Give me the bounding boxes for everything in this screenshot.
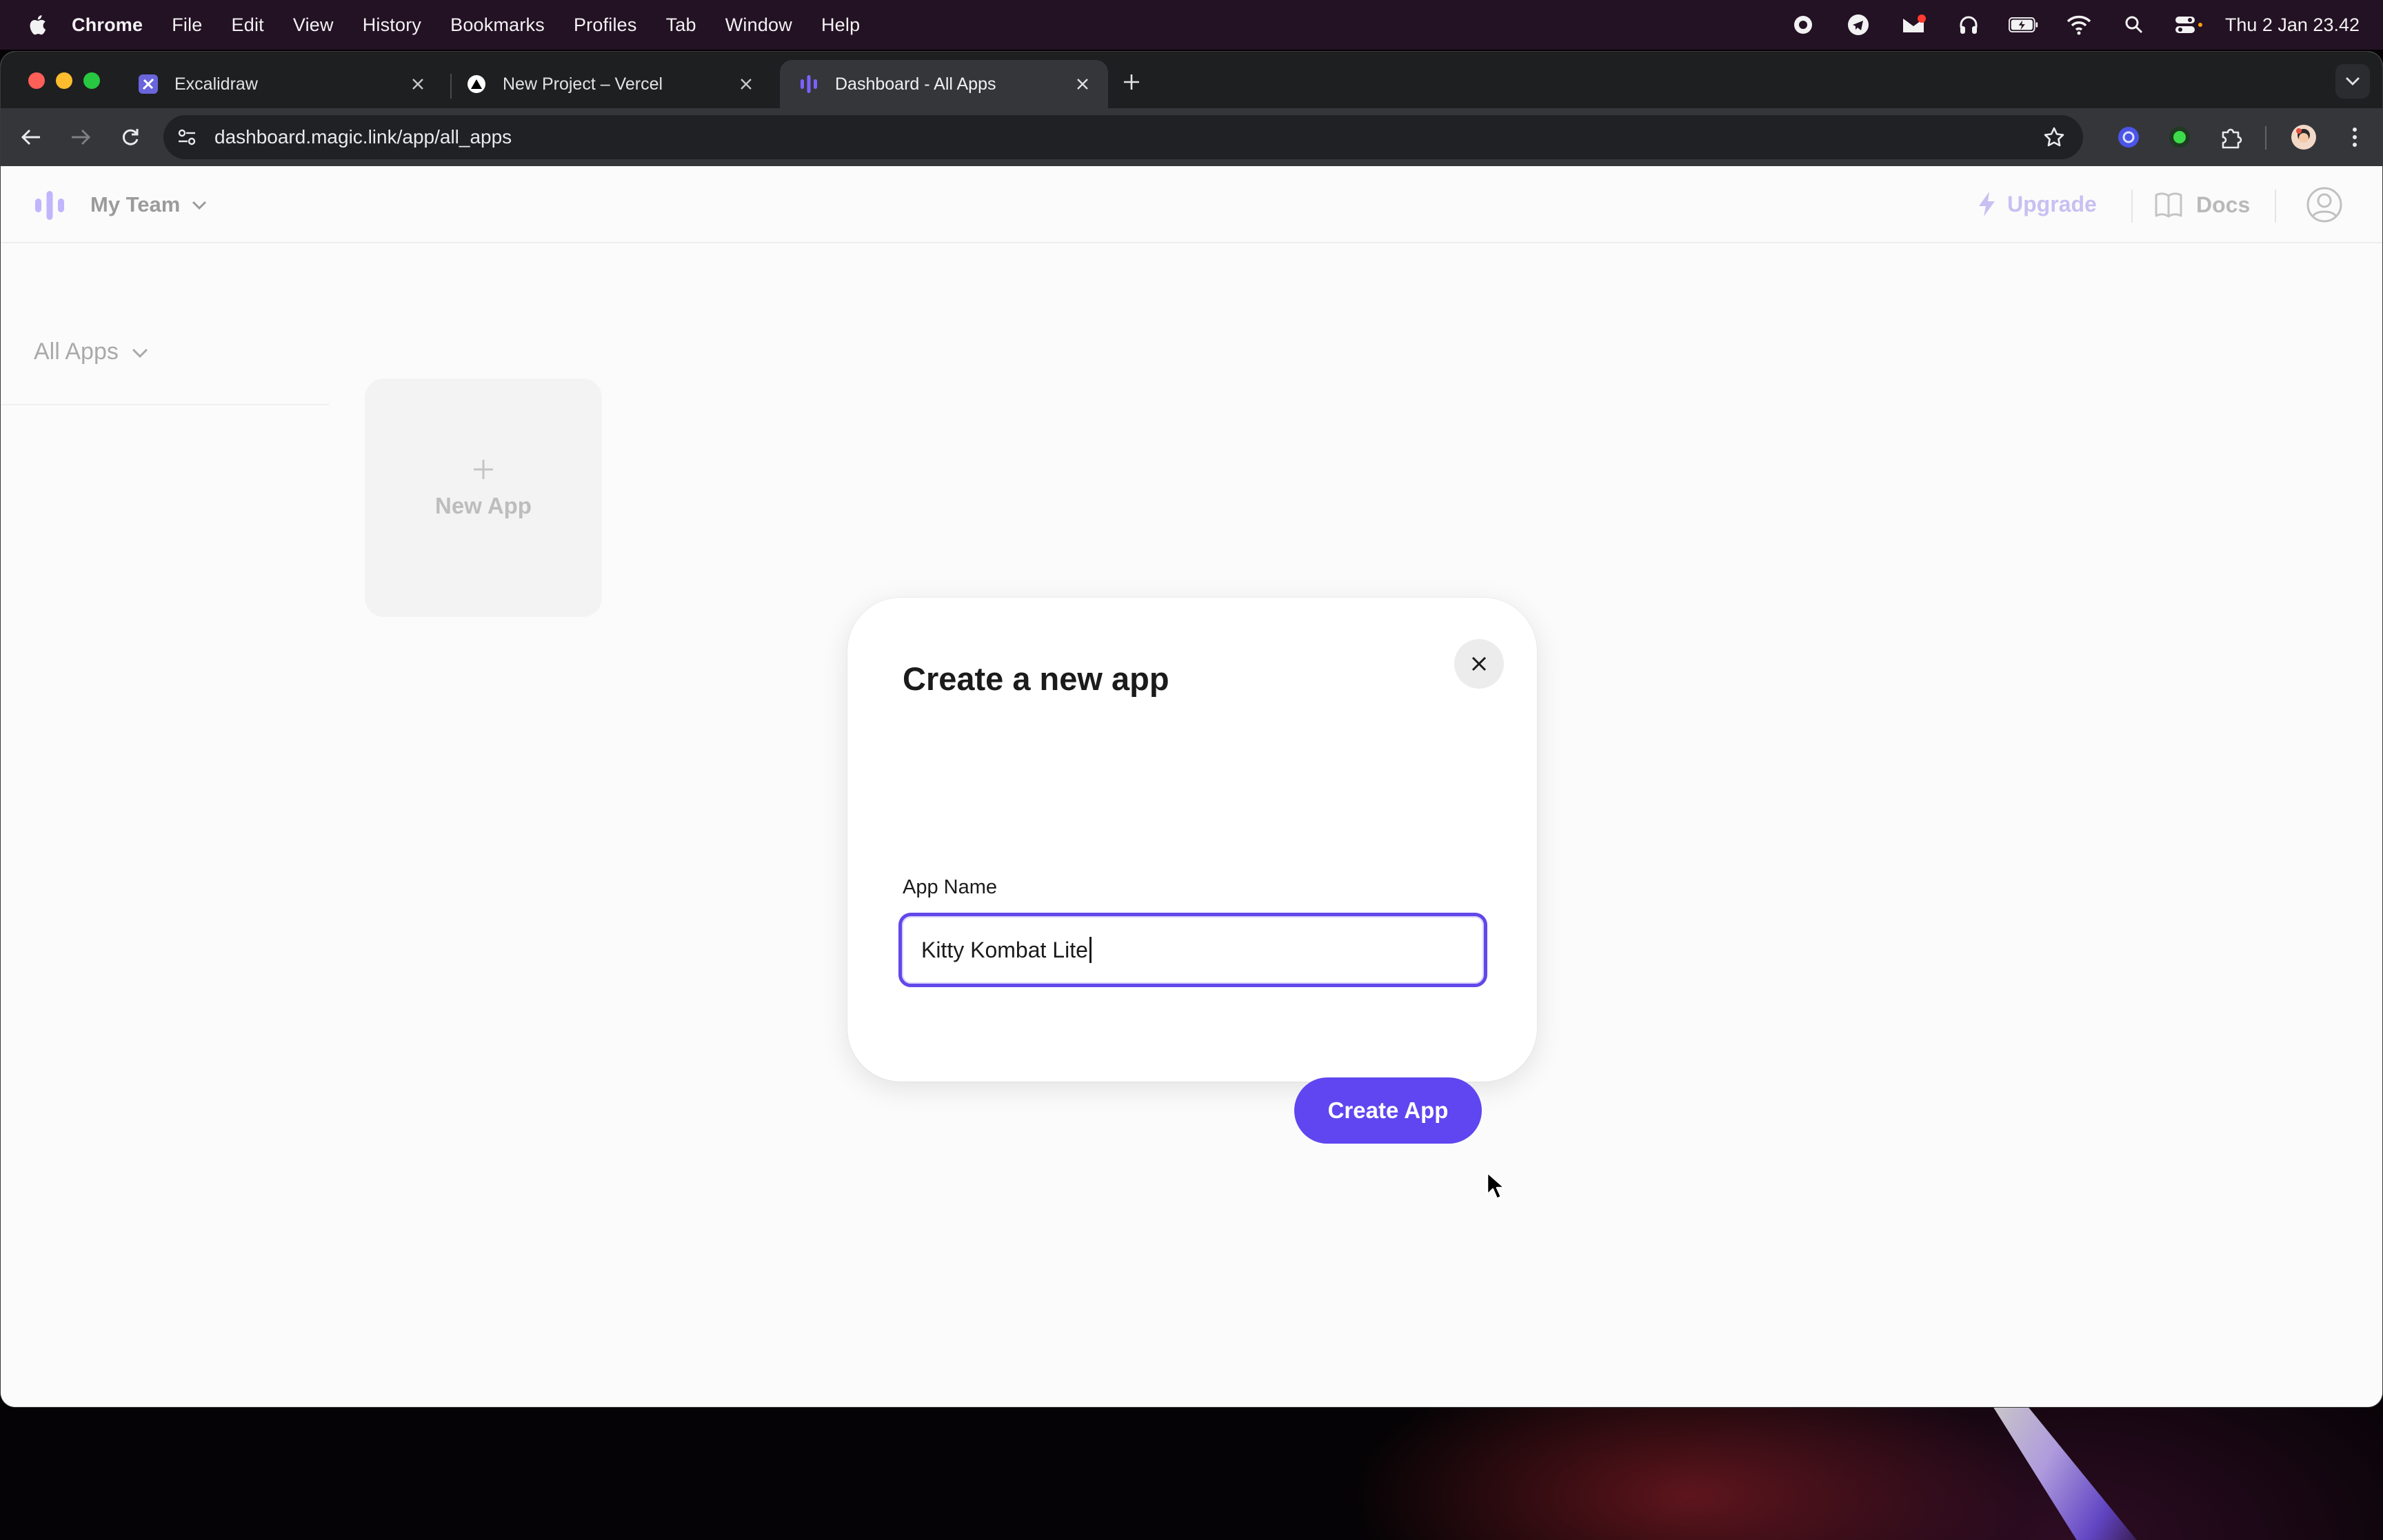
modal-close-button[interactable] [1454,639,1504,689]
header-separator [2131,190,2133,223]
new-tab-button[interactable] [1119,70,1144,94]
profile-avatar[interactable] [2289,122,2319,152]
header-separator [2275,190,2276,223]
macos-menu-bar: Chrome File Edit View History Bookmarks … [0,0,2383,50]
tab-close-icon[interactable] [736,74,756,94]
tab-strip: Excalidraw New Project – Vercel Dashboar… [1,52,2382,108]
spotlight-icon[interactable] [2119,11,2149,39]
user-avatar-icon[interactable] [2306,187,2342,223]
app-name-value: Kitty Kombat Lite [921,937,1088,962]
text-caret [1089,937,1092,963]
wallpaper-violet-streak [1993,1406,2151,1540]
headphones-icon[interactable] [1953,11,1984,39]
extension-green-icon[interactable] [2164,122,2195,152]
wifi-icon[interactable] [2064,11,2094,39]
site-info-icon[interactable] [173,123,201,151]
all-apps-label: All Apps [34,338,119,365]
menu-tab[interactable]: Tab [666,14,696,36]
excalidraw-icon [137,73,159,95]
menu-window[interactable]: Window [725,14,792,36]
app-name-label: App Name [903,876,998,898]
control-center-icon[interactable] [2174,11,2204,39]
app-header: My Team Upgrade Docs [1,166,2382,243]
docs-label: Docs [2196,192,2251,217]
tab-close-icon[interactable] [408,74,428,94]
window-zoom-button[interactable] [83,72,100,89]
tab-vercel[interactable]: New Project – Vercel [448,60,772,108]
mouse-pointer-icon [1486,1171,1505,1200]
back-button[interactable] [16,122,46,152]
tab-close-icon[interactable] [1072,74,1093,94]
menu-history[interactable]: History [363,14,421,36]
create-app-button[interactable]: Create App [1294,1077,1482,1144]
app-name-input[interactable]: Kitty Kombat Lite [898,913,1487,987]
vercel-icon [465,73,487,95]
record-icon[interactable] [1788,11,1818,39]
docs-link[interactable]: Docs [2153,191,2250,219]
gmail-icon[interactable] [1898,11,1929,39]
team-switcher[interactable]: My Team [90,192,209,217]
browser-toolbar: dashboard.magic.link/app/all_apps [1,108,2382,166]
team-name: My Team [90,192,181,216]
reload-button[interactable] [115,122,145,152]
battery-icon[interactable] [2008,11,2039,39]
apple-icon[interactable] [26,13,47,37]
menu-file[interactable]: File [172,14,202,36]
address-bar[interactable]: dashboard.magic.link/app/all_apps [163,115,2083,159]
plus-icon [474,460,493,479]
close-icon [1471,656,1487,671]
book-icon [2155,192,2182,218]
menu-profiles[interactable]: Profiles [574,14,637,36]
tab-search-button[interactable] [2335,64,2370,99]
tab-title: Dashboard - All Apps [835,74,996,94]
chevron-down-icon [192,201,207,210]
new-app-card[interactable]: New App [365,378,602,617]
all-apps-filter[interactable]: All Apps [34,338,150,365]
extensions-puzzle-icon[interactable] [2215,122,2246,152]
menu-edit[interactable]: Edit [232,14,264,36]
upgrade-label: Upgrade [2007,191,2097,216]
menu-view[interactable]: View [293,14,334,36]
tab-excalidraw[interactable]: Excalidraw [119,60,443,108]
lightning-icon [1979,192,1995,216]
upgrade-button[interactable]: Upgrade [1977,191,2097,217]
bookmark-star-icon[interactable] [2040,123,2068,151]
browser-window: Excalidraw New Project – Vercel Dashboar… [0,51,2383,1408]
window-minimize-button[interactable] [56,72,72,89]
tab-title: New Project – Vercel [503,74,663,94]
dashboard-page: My Team Upgrade Docs All Apps New App Cr… [1,166,2382,1407]
magic-logo-icon[interactable] [34,190,66,221]
menu-help[interactable]: Help [821,14,860,36]
menu-bookmarks[interactable]: Bookmarks [450,14,545,36]
window-close-button[interactable] [28,72,45,89]
browser-menu-icon[interactable] [2340,122,2370,152]
telegram-icon[interactable] [1843,11,1873,39]
sidebar-divider [1,404,329,405]
new-app-label: New App [435,493,532,518]
tab-title: Excalidraw [174,74,258,94]
menubar-clock[interactable]: Thu 2 Jan 23.42 [2225,14,2360,36]
magic-icon [798,73,820,95]
tab-dashboard-all-apps[interactable]: Dashboard - All Apps [780,60,1108,108]
modal-title: Create a new app [903,660,1169,697]
chevron-down-icon [132,348,148,358]
create-app-modal: Create a new app App Name Kitty Kombat L… [847,598,1537,1144]
url-text[interactable]: dashboard.magic.link/app/all_apps [214,126,512,148]
menu-app-name[interactable]: Chrome [72,14,143,36]
extension-blue-icon[interactable] [2113,122,2144,152]
menubar-status-area: Thu 2 Jan 23.42 [1763,11,2360,39]
toolbar-separator [2265,126,2266,150]
forward-button[interactable] [66,122,96,152]
